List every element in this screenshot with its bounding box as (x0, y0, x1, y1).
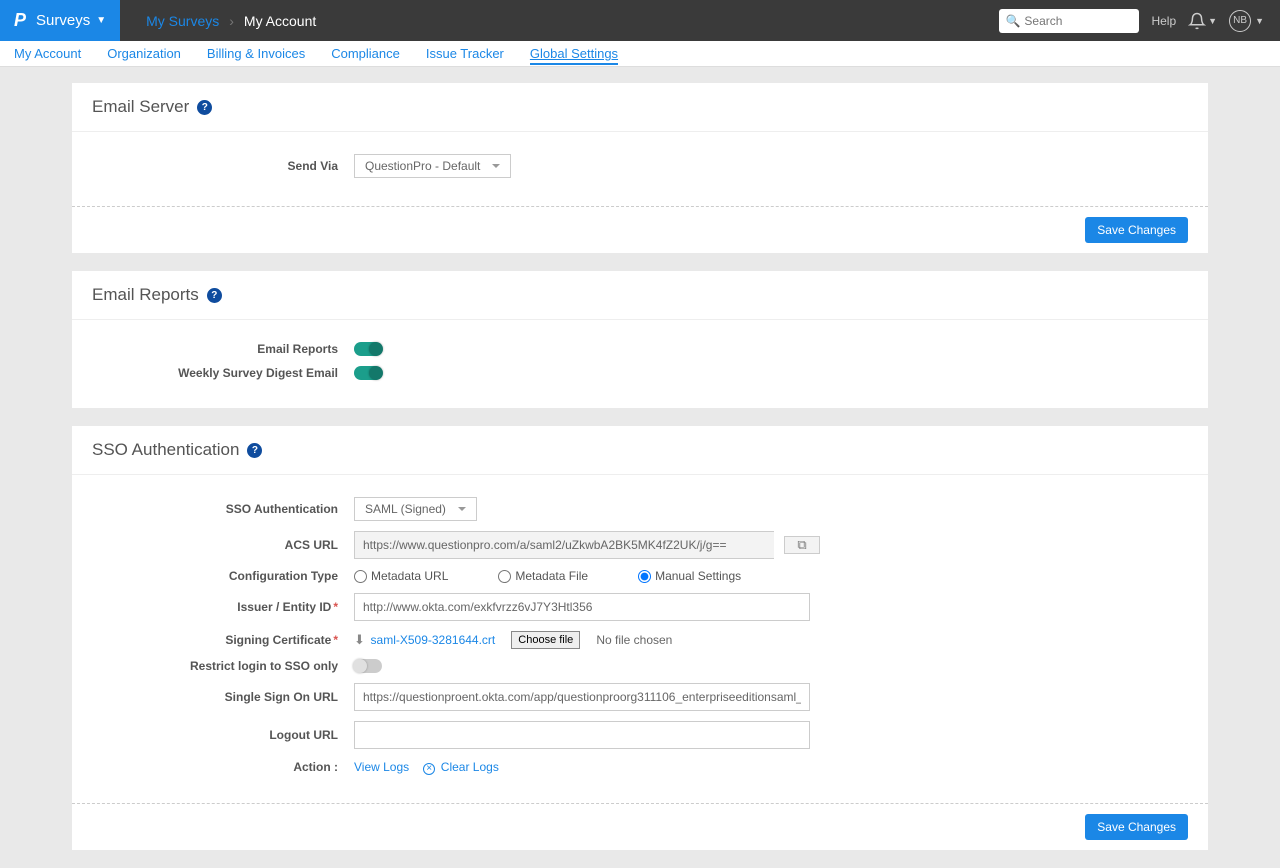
copy-icon: ⧉ (797, 537, 806, 553)
clear-icon: × (423, 763, 435, 775)
cert-download-link[interactable]: ⬇ saml-X509-3281644.crt (354, 632, 495, 648)
panel-sso: SSO Authentication ? SSO Authentication … (72, 426, 1208, 850)
brand-label: Surveys (36, 12, 90, 29)
row-action: Action : View Logs × Clear Logs (92, 759, 1188, 775)
panel-title: SSO Authentication (92, 440, 239, 460)
save-button[interactable]: Save Changes (1085, 814, 1188, 840)
topbar-right: 🔍 Help ▼ NB ▼ (999, 9, 1280, 33)
label-email-reports: Email Reports (92, 342, 354, 356)
radio-metadata-file[interactable]: Metadata File (498, 569, 588, 583)
row-acs-url: ACS URL ⧉ (92, 531, 1188, 559)
radio-manual-settings[interactable]: Manual Settings (638, 569, 741, 583)
notifications-button[interactable]: ▼ (1188, 12, 1217, 30)
search-input[interactable] (1024, 14, 1133, 28)
input-issuer[interactable] (354, 593, 810, 621)
input-logout-url[interactable] (354, 721, 810, 749)
search-box[interactable]: 🔍 (999, 9, 1139, 33)
copy-button[interactable]: ⧉ (784, 536, 820, 554)
row-weekly-digest: Weekly Survey Digest Email (92, 366, 1188, 380)
toggle-email-reports[interactable] (354, 342, 382, 356)
caret-down-icon: ▼ (96, 15, 106, 26)
subnav-compliance[interactable]: Compliance (331, 42, 400, 65)
subnav-organization[interactable]: Organization (107, 42, 181, 65)
file-status: No file chosen (596, 633, 672, 647)
panel-header: SSO Authentication ? (72, 426, 1208, 475)
save-button[interactable]: Save Changes (1085, 217, 1188, 243)
label-sso-auth: SSO Authentication (92, 502, 354, 516)
ctrl-send-via: QuestionPro - Default (354, 154, 511, 178)
user-menu[interactable]: NB ▼ (1229, 10, 1264, 32)
radio-metadata-url[interactable]: Metadata URL (354, 569, 448, 583)
row-signing-cert: Signing Certificate* ⬇ saml-X509-3281644… (92, 631, 1188, 649)
label-weekly-digest: Weekly Survey Digest Email (92, 366, 354, 380)
row-sso-auth: SSO Authentication SAML (Signed) (92, 497, 1188, 521)
row-config-type: Configuration Type Metadata URL Metadata… (92, 569, 1188, 583)
label-send-via: Send Via (92, 159, 354, 173)
input-sso-url[interactable] (354, 683, 810, 711)
label-restrict-sso: Restrict login to SSO only (92, 659, 354, 673)
toggle-restrict-sso[interactable] (354, 659, 382, 673)
panel-header: Email Reports ? (72, 271, 1208, 320)
subnav-issue-tracker[interactable]: Issue Tracker (426, 42, 504, 65)
row-restrict-sso: Restrict login to SSO only (92, 659, 1188, 673)
caret-down-icon: ▼ (1208, 16, 1217, 26)
subnav-billing[interactable]: Billing & Invoices (207, 42, 305, 65)
label-acs-url: ACS URL (92, 538, 354, 552)
view-logs-link[interactable]: View Logs (354, 760, 409, 774)
select-sso-auth[interactable]: SAML (Signed) (354, 497, 477, 521)
panel-footer: Save Changes (72, 206, 1208, 253)
row-issuer: Issuer / Entity ID* (92, 593, 1188, 621)
search-icon: 🔍 (1005, 14, 1020, 28)
help-icon[interactable]: ? (197, 100, 212, 115)
subnav-global-settings[interactable]: Global Settings (530, 42, 618, 65)
subnav: My Account Organization Billing & Invoic… (0, 41, 1280, 67)
download-icon: ⬇ (354, 632, 365, 647)
panel-body: Send Via QuestionPro - Default (72, 132, 1208, 206)
topbar: P Surveys ▼ My Surveys › My Account 🔍 He… (0, 0, 1280, 41)
toggle-weekly-digest[interactable] (354, 366, 382, 380)
select-send-via[interactable]: QuestionPro - Default (354, 154, 511, 178)
panel-title: Email Reports (92, 285, 199, 305)
subnav-my-account[interactable]: My Account (14, 42, 81, 65)
help-icon[interactable]: ? (207, 288, 222, 303)
choose-file-button[interactable]: Choose file (511, 631, 580, 649)
content: Email Server ? Send Via QuestionPro - De… (72, 83, 1208, 850)
panel-header: Email Server ? (72, 83, 1208, 132)
help-icon[interactable]: ? (247, 443, 262, 458)
label-action: Action : (92, 760, 354, 774)
logo-icon: P (14, 10, 26, 31)
row-sso-url: Single Sign On URL (92, 683, 1188, 711)
panel-email-server: Email Server ? Send Via QuestionPro - De… (72, 83, 1208, 253)
panel-footer: Save Changes (72, 803, 1208, 850)
avatar: NB (1229, 10, 1251, 32)
caret-down-icon: ▼ (1255, 16, 1264, 26)
panel-title: Email Server (92, 97, 189, 117)
breadcrumb: My Surveys › My Account (120, 13, 316, 29)
input-acs-url[interactable] (354, 531, 774, 559)
label-signing-cert: Signing Certificate* (92, 633, 354, 647)
help-link[interactable]: Help (1151, 14, 1176, 28)
row-email-reports: Email Reports (92, 342, 1188, 356)
brand-tab[interactable]: P Surveys ▼ (0, 0, 120, 41)
panel-body: Email Reports Weekly Survey Digest Email (72, 320, 1208, 408)
label-config-type: Configuration Type (92, 569, 354, 583)
clear-logs-link[interactable]: × Clear Logs (423, 759, 499, 775)
breadcrumb-link[interactable]: My Surveys (146, 13, 219, 29)
label-issuer: Issuer / Entity ID* (92, 600, 354, 614)
row-logout-url: Logout URL (92, 721, 1188, 749)
label-sso-url: Single Sign On URL (92, 690, 354, 704)
label-logout-url: Logout URL (92, 728, 354, 742)
breadcrumb-sep-icon: › (229, 13, 234, 29)
row-send-via: Send Via QuestionPro - Default (92, 154, 1188, 178)
panel-email-reports: Email Reports ? Email Reports Weekly Sur… (72, 271, 1208, 408)
breadcrumb-current: My Account (244, 13, 316, 29)
bell-icon (1188, 12, 1206, 30)
panel-body: SSO Authentication SAML (Signed) ACS URL… (72, 475, 1208, 803)
